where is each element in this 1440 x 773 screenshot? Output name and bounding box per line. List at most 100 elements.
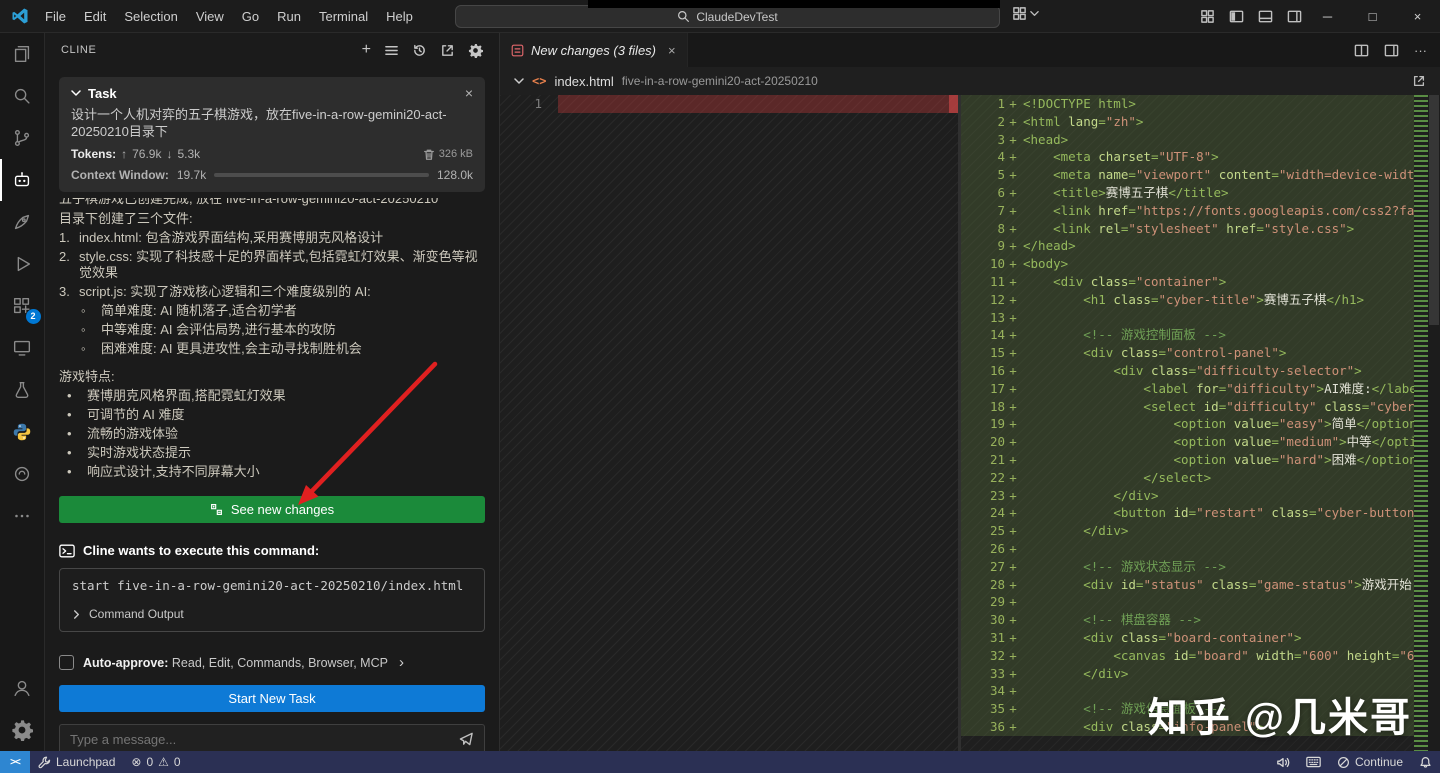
tab-close-icon[interactable]: × xyxy=(668,43,676,58)
menu-help[interactable]: Help xyxy=(377,0,422,33)
menu-go[interactable]: Go xyxy=(233,0,268,33)
circle-tool-icon[interactable] xyxy=(0,453,45,495)
trash-icon[interactable] xyxy=(423,148,435,161)
code-line: 20+ <option value="medium">中等</option> xyxy=(961,433,1414,451)
run-debug-icon[interactable] xyxy=(0,243,45,285)
start-new-task-button[interactable]: Start New Task xyxy=(59,685,485,712)
command-box: start five-in-a-row-gemini20-act-2025021… xyxy=(59,568,485,632)
search-sidebar-icon[interactable] xyxy=(0,75,45,117)
diff-modified-pane[interactable]: 1 + <!DOCTYPE html> 2 + <html lang="zh"> 3 + <he… xyxy=(961,95,1440,751)
notifications-item[interactable] xyxy=(1411,751,1440,773)
extensions-icon[interactable]: 2 xyxy=(0,285,45,327)
command-center-search[interactable]: ClaudeDevTest xyxy=(455,5,1000,28)
continue-status-item[interactable]: Continue xyxy=(1329,751,1411,773)
features-title: 游戏特点: xyxy=(59,369,115,384)
menu-run[interactable]: Run xyxy=(268,0,310,33)
sidebar-settings-gear-icon[interactable] xyxy=(468,43,483,58)
toggle-editor-layout-icon[interactable] xyxy=(1384,43,1399,58)
search-icon xyxy=(678,11,690,22)
task-collapse-chevron-icon[interactable] xyxy=(71,88,81,98)
testing-flask-icon[interactable] xyxy=(0,369,45,411)
see-new-changes-button[interactable]: See new changes xyxy=(59,496,485,523)
cline-extension-icon[interactable] xyxy=(0,159,45,201)
tokens-up-value: 76.9k xyxy=(132,147,162,161)
new-task-icon[interactable]: + xyxy=(362,41,371,59)
remote-explorer-icon[interactable] xyxy=(0,327,45,369)
task-card-title: Task xyxy=(88,85,117,101)
menu-view[interactable]: View xyxy=(187,0,233,33)
html-file-icon: <> xyxy=(532,74,547,88)
menu-terminal[interactable]: Terminal xyxy=(310,0,377,33)
settings-gear-icon[interactable] xyxy=(0,709,45,751)
mcp-servers-icon[interactable] xyxy=(384,43,399,58)
scrollbar-thumb[interactable] xyxy=(1429,95,1439,325)
error-count: 0 xyxy=(146,755,154,769)
code-line: 32 + <canvas id="board" width="600" heigh… xyxy=(961,646,1414,665)
toggle-secondary-sidebar-icon[interactable] xyxy=(1287,9,1302,24)
rocket-icon[interactable] xyxy=(0,201,45,243)
more-actions-icon[interactable]: ··· xyxy=(1414,43,1427,58)
history-icon[interactable] xyxy=(412,43,427,58)
auto-approve-expand-icon[interactable]: › xyxy=(399,654,404,671)
account-icon[interactable] xyxy=(0,667,45,709)
minimize-button[interactable]: ─ xyxy=(1305,0,1350,33)
collapse-chevron-icon[interactable] xyxy=(514,76,524,86)
task-close-icon[interactable]: × xyxy=(465,85,473,101)
sidebar-header: CLINE + xyxy=(45,33,499,67)
more-views-icon[interactable] xyxy=(0,495,45,537)
diff-icon xyxy=(210,504,222,515)
code-line: 21+ <option value="hard">困难</option> xyxy=(961,450,1414,469)
announcement-item[interactable] xyxy=(1268,751,1298,773)
menu-edit[interactable]: Edit xyxy=(75,0,115,33)
code-line: 17+ <label for="difficulty">AI难度:</label… xyxy=(961,379,1414,398)
keyboard-item[interactable] xyxy=(1298,751,1329,773)
list-item: • 响应式设计,支持不同屏幕大小 xyxy=(67,464,260,479)
code-line: 14 + <!-- 游戏控制面板 --> xyxy=(961,326,1414,345)
tokens-label: Tokens: xyxy=(71,147,117,161)
code-line: 11 + <div class="container"> xyxy=(961,272,1414,291)
code-line: 2 + <html lang="zh"> xyxy=(961,112,1414,131)
bell-icon xyxy=(1420,756,1431,768)
launchpad-item[interactable]: Launchpad xyxy=(30,751,123,773)
send-icon[interactable] xyxy=(459,732,474,746)
source-control-icon[interactable] xyxy=(0,117,45,159)
tab-new-changes[interactable]: New changes (3 files) × xyxy=(500,33,688,67)
titlebar: File Edit Selection View Go Run Terminal… xyxy=(0,0,1440,33)
problems-item[interactable]: ⊗ 0 ⚠ 0 xyxy=(123,751,188,773)
code-line: 29 + xyxy=(961,593,1414,612)
code-line: 8 + <link rel="stylesheet" href="style.cs… xyxy=(961,219,1414,238)
command-output-toggle[interactable]: Command Output xyxy=(72,607,472,621)
diff-original-pane[interactable]: 1 xyxy=(500,95,958,751)
code-line: 6 + <title>赛博五子棋</title> xyxy=(961,183,1414,202)
open-file-icon[interactable] xyxy=(1412,74,1426,88)
python-icon[interactable] xyxy=(0,411,45,453)
menu-file[interactable]: File xyxy=(36,0,75,33)
profile-button[interactable] xyxy=(1012,6,1039,21)
menu-selection[interactable]: Selection xyxy=(115,0,186,33)
code-line: 23 + </div> xyxy=(961,486,1414,505)
toggle-primary-sidebar-icon[interactable] xyxy=(1229,9,1244,24)
arrow-up-icon: ↑ xyxy=(121,147,128,161)
code-line: 28 + <div id="status" class="game-status"… xyxy=(961,575,1414,594)
wrench-icon xyxy=(38,756,51,768)
file-name: script.js xyxy=(79,284,124,299)
close-button[interactable]: × xyxy=(1395,0,1440,33)
response-intro: 目录下创建了三个文件: xyxy=(59,211,193,226)
context-window-label: Context Window: xyxy=(71,168,169,182)
split-editor-icon[interactable] xyxy=(1354,43,1369,58)
code-line: 5 + <meta name="viewport" content="width=… xyxy=(961,166,1414,184)
editor-scrollbar[interactable] xyxy=(1428,95,1440,751)
message-input[interactable] xyxy=(70,731,451,747)
toggle-panel-icon[interactable] xyxy=(1258,9,1273,24)
customize-layout-icon[interactable] xyxy=(1200,9,1215,24)
code-line: 31 + <div class="board-container"> xyxy=(961,628,1414,647)
open-in-editor-icon[interactable] xyxy=(440,43,455,58)
auto-approve-checkbox[interactable] xyxy=(59,655,74,670)
code-line: 13 + xyxy=(961,308,1414,327)
layout-controls xyxy=(1200,0,1302,33)
original-overview-ruler-mark xyxy=(949,95,958,113)
remote-indicator[interactable]: >< xyxy=(0,751,30,773)
explorer-icon[interactable] xyxy=(0,33,45,75)
maximize-button[interactable]: □ xyxy=(1350,0,1395,33)
diff-file-path: five-in-a-row-gemini20-act-20250210 xyxy=(621,74,818,88)
